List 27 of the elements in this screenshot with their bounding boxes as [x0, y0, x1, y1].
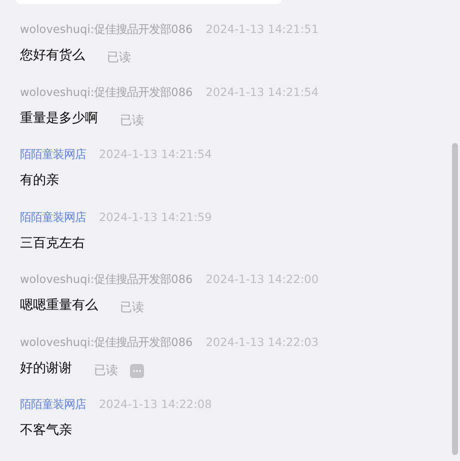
timestamp: 2024-1-13 14:22:03	[206, 334, 319, 350]
read-receipt: 已读	[94, 362, 118, 378]
sender-name: woloveshuqi:促佳搜品开发部086	[20, 334, 193, 350]
timestamp: 2024-1-13 14:21:54	[206, 84, 319, 100]
sender-name: 陌陌童装网店	[20, 147, 86, 163]
timestamp: 2024-1-13 14:21:59	[99, 210, 212, 226]
message-text: 有的亲	[20, 172, 59, 190]
read-receipt: 已读	[120, 112, 144, 128]
scrollbar[interactable]	[452, 143, 458, 455]
message-text: 重量是多少啊	[20, 110, 98, 128]
message-text: 不客气亲	[20, 422, 72, 440]
message-text: 您好有货么	[20, 47, 85, 66]
sender-name: 陌陌童装网店	[20, 397, 86, 413]
sender-name: woloveshuqi:促佳搜品开发部086	[20, 84, 193, 100]
sender-name: woloveshuqi:促佳搜品开发部086	[20, 272, 193, 288]
read-receipt: 已读	[107, 49, 131, 66]
timestamp: 2024-1-13 14:22:00	[206, 272, 319, 288]
message-text: 三百克左右	[20, 234, 85, 253]
read-receipt: 已读	[120, 299, 144, 316]
sender-name: woloveshuqi:促佳搜品开发部086	[20, 22, 193, 38]
timestamp: 2024-1-13 14:21:51	[206, 22, 319, 38]
timestamp: 2024-1-13 14:21:54	[99, 147, 212, 163]
message-text: 好的谢谢	[20, 360, 72, 378]
timestamp: 2024-1-13 14:22:08	[99, 397, 212, 413]
sender-name: 陌陌童装网店	[20, 210, 86, 226]
more-button[interactable]	[130, 364, 144, 378]
message-text: 嗯嗯重量有么	[20, 297, 98, 316]
